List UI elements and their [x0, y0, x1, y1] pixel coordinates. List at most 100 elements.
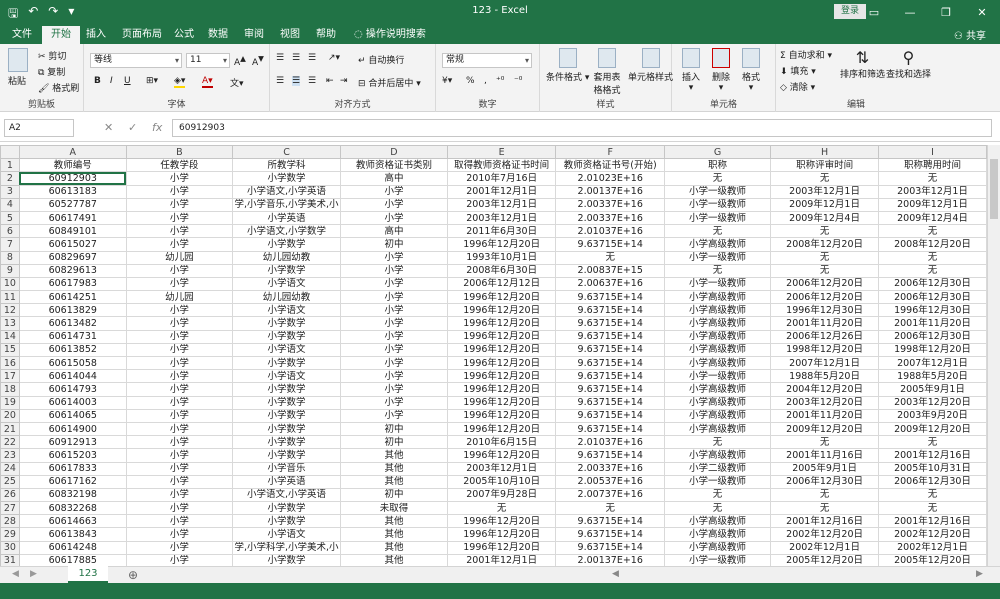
row-header[interactable]: 1 [0, 158, 20, 173]
table-cell[interactable]: 其他 [340, 448, 448, 463]
bold-icon[interactable]: B [94, 76, 101, 86]
table-cell[interactable]: 小学 [340, 276, 448, 292]
table-cell[interactable]: 2002年12月1日 [770, 540, 880, 555]
tab-help[interactable]: 帮助 [314, 26, 338, 44]
table-cell[interactable]: 小学高级教师 [663, 395, 772, 410]
table-cell[interactable]: 小学高级教师 [663, 342, 772, 358]
table-cell[interactable]: 小学语文 [232, 527, 341, 542]
table-cell[interactable]: 2004年12月20日 [770, 382, 880, 397]
table-cell[interactable]: 1988年5月20日 [770, 369, 880, 384]
table-cell[interactable]: 2006年12月30日 [878, 290, 987, 305]
table-cell[interactable]: 无 [878, 263, 987, 278]
table-cell[interactable]: 1996年12月20日 [446, 290, 557, 305]
table-cell[interactable]: 小学 [340, 329, 448, 344]
table-cell[interactable]: 小学数学 [232, 171, 341, 186]
table-cell[interactable]: 小学 [125, 316, 234, 331]
table-cell[interactable]: 小学数学 [232, 408, 341, 423]
fill-color-icon[interactable]: ◈▾ [174, 76, 186, 88]
table-cell[interactable]: 9.63715E+14 [555, 514, 665, 529]
align-left-icon[interactable]: ☰ [276, 76, 284, 86]
table-cell[interactable]: 其他 [340, 553, 448, 566]
row-header[interactable]: 31 [0, 553, 20, 566]
table-cell[interactable]: 60614663 [18, 514, 127, 529]
table-cell[interactable]: 60614731 [18, 329, 127, 344]
table-cell[interactable]: 2003年12月1日 [770, 184, 880, 199]
table-cell[interactable]: 2006年12月30日 [770, 474, 880, 489]
table-cell[interactable]: 2001年12月1日 [446, 553, 557, 566]
table-cell[interactable]: 小学 [125, 210, 234, 226]
table-cell[interactable]: 小学 [125, 224, 234, 239]
table-cell[interactable]: 2006年12月26日 [770, 329, 880, 344]
table-cell[interactable]: 幼儿园幼教 [232, 290, 341, 305]
table-cell[interactable]: 2.00337E+16 [555, 197, 665, 212]
table-cell[interactable]: 2.00137E+16 [555, 553, 665, 566]
tab-data[interactable]: 数据 [206, 26, 230, 44]
table-cell[interactable]: 无 [878, 435, 987, 450]
table-cell[interactable]: 小学 [125, 540, 234, 555]
table-cell[interactable]: 小学 [340, 382, 448, 397]
table-cell[interactable]: 9.63715E+14 [555, 408, 665, 423]
row-header[interactable]: 25 [0, 474, 20, 489]
table-cell[interactable]: 2001年11月20日 [770, 408, 880, 423]
table-cell[interactable]: 小学 [340, 250, 448, 265]
table-cell[interactable]: 无 [878, 487, 987, 503]
copy-button[interactable]: ⧉ 复制 [38, 65, 65, 78]
align-right-icon[interactable]: ☰ [308, 76, 316, 86]
table-cell[interactable]: 1996年12月20日 [446, 237, 557, 252]
table-cell[interactable]: 初中 [340, 435, 448, 450]
table-cell[interactable]: 其他 [340, 514, 448, 529]
table-cell[interactable]: 9.63715E+14 [555, 527, 665, 542]
table-cell[interactable]: 60614003 [18, 395, 127, 410]
table-cell[interactable]: 1996年12月30日 [770, 303, 880, 318]
table-cell[interactable]: 60617491 [18, 210, 127, 226]
table-cell[interactable]: 小学 [340, 355, 448, 371]
table-cell[interactable]: 高中 [340, 224, 448, 239]
table-cell[interactable]: 60912903 [18, 171, 127, 186]
table-cell[interactable]: 60614065 [18, 408, 127, 423]
table-cell[interactable]: 9.63715E+14 [555, 237, 665, 252]
row-header[interactable]: 7 [0, 237, 20, 252]
table-cell[interactable]: 2001年12月16日 [878, 514, 987, 529]
worksheet-grid[interactable]: ABCDEFGHI 1 教师编号 任教学段 所教学科 教师资格证书类别 取得教师资格证书时… [0, 145, 987, 566]
table-cell[interactable]: 2005年12月20日 [878, 553, 987, 566]
find-select-button[interactable]: ⚲ 查找和选择 [886, 48, 931, 80]
table-cell[interactable]: 2003年12月20日 [770, 395, 880, 410]
table-cell[interactable]: 小学 [340, 263, 448, 278]
table-cell[interactable]: 小学 [125, 448, 234, 463]
table-cell[interactable]: 小学数学 [232, 514, 341, 529]
tab-page-layout[interactable]: 页面布局 [120, 26, 164, 44]
table-cell[interactable]: 9.63715E+14 [555, 395, 665, 410]
table-cell[interactable]: 小学高级教师 [663, 303, 772, 318]
table-cell[interactable]: 2001年12月16日 [770, 514, 880, 529]
table-cell[interactable]: 小学 [125, 421, 234, 437]
table-cell[interactable]: 初中 [340, 421, 448, 437]
table-cell[interactable]: 2002年12月20日 [878, 527, 987, 542]
table-cell[interactable]: 1996年12月20日 [446, 540, 557, 555]
table-cell[interactable]: 小学高级教师 [663, 421, 772, 437]
table-cell[interactable]: 小学数学 [232, 448, 341, 463]
row-header[interactable]: 16 [0, 355, 20, 371]
table-cell[interactable]: 无 [663, 224, 772, 239]
header-cell[interactable]: 教师编号 [18, 158, 127, 173]
header-cell[interactable]: 职称评审时间 [770, 158, 880, 173]
prev-sheet-icon[interactable]: ◀ [12, 569, 19, 579]
table-cell[interactable]: 小学 [125, 369, 234, 384]
table-cell[interactable]: 2007年12月1日 [878, 355, 987, 371]
column-header[interactable]: E [446, 145, 557, 160]
table-cell[interactable]: 小学 [125, 382, 234, 397]
sheet-tab-123[interactable]: 123 [68, 566, 108, 583]
formula-input[interactable]: 60912903 [172, 119, 992, 137]
table-cell[interactable]: 2005年10月10日 [446, 474, 557, 489]
table-cell[interactable]: 小学高级教师 [663, 355, 772, 371]
tab-formulas[interactable]: 公式 [172, 26, 196, 44]
table-cell[interactable]: 9.63715E+14 [555, 342, 665, 358]
format-as-table-button[interactable]: 套用表格格式 [590, 48, 624, 96]
row-header[interactable]: 17 [0, 369, 20, 384]
table-cell[interactable]: 无 [770, 435, 880, 450]
table-cell[interactable]: 小学 [340, 408, 448, 423]
row-header[interactable]: 19 [0, 395, 20, 410]
table-cell[interactable]: 小学语文 [232, 276, 341, 292]
table-cell[interactable]: 小学高级教师 [663, 527, 772, 542]
cell-styles-button[interactable]: 单元格样式 [628, 48, 673, 83]
table-cell[interactable]: 2.00537E+16 [555, 474, 665, 489]
